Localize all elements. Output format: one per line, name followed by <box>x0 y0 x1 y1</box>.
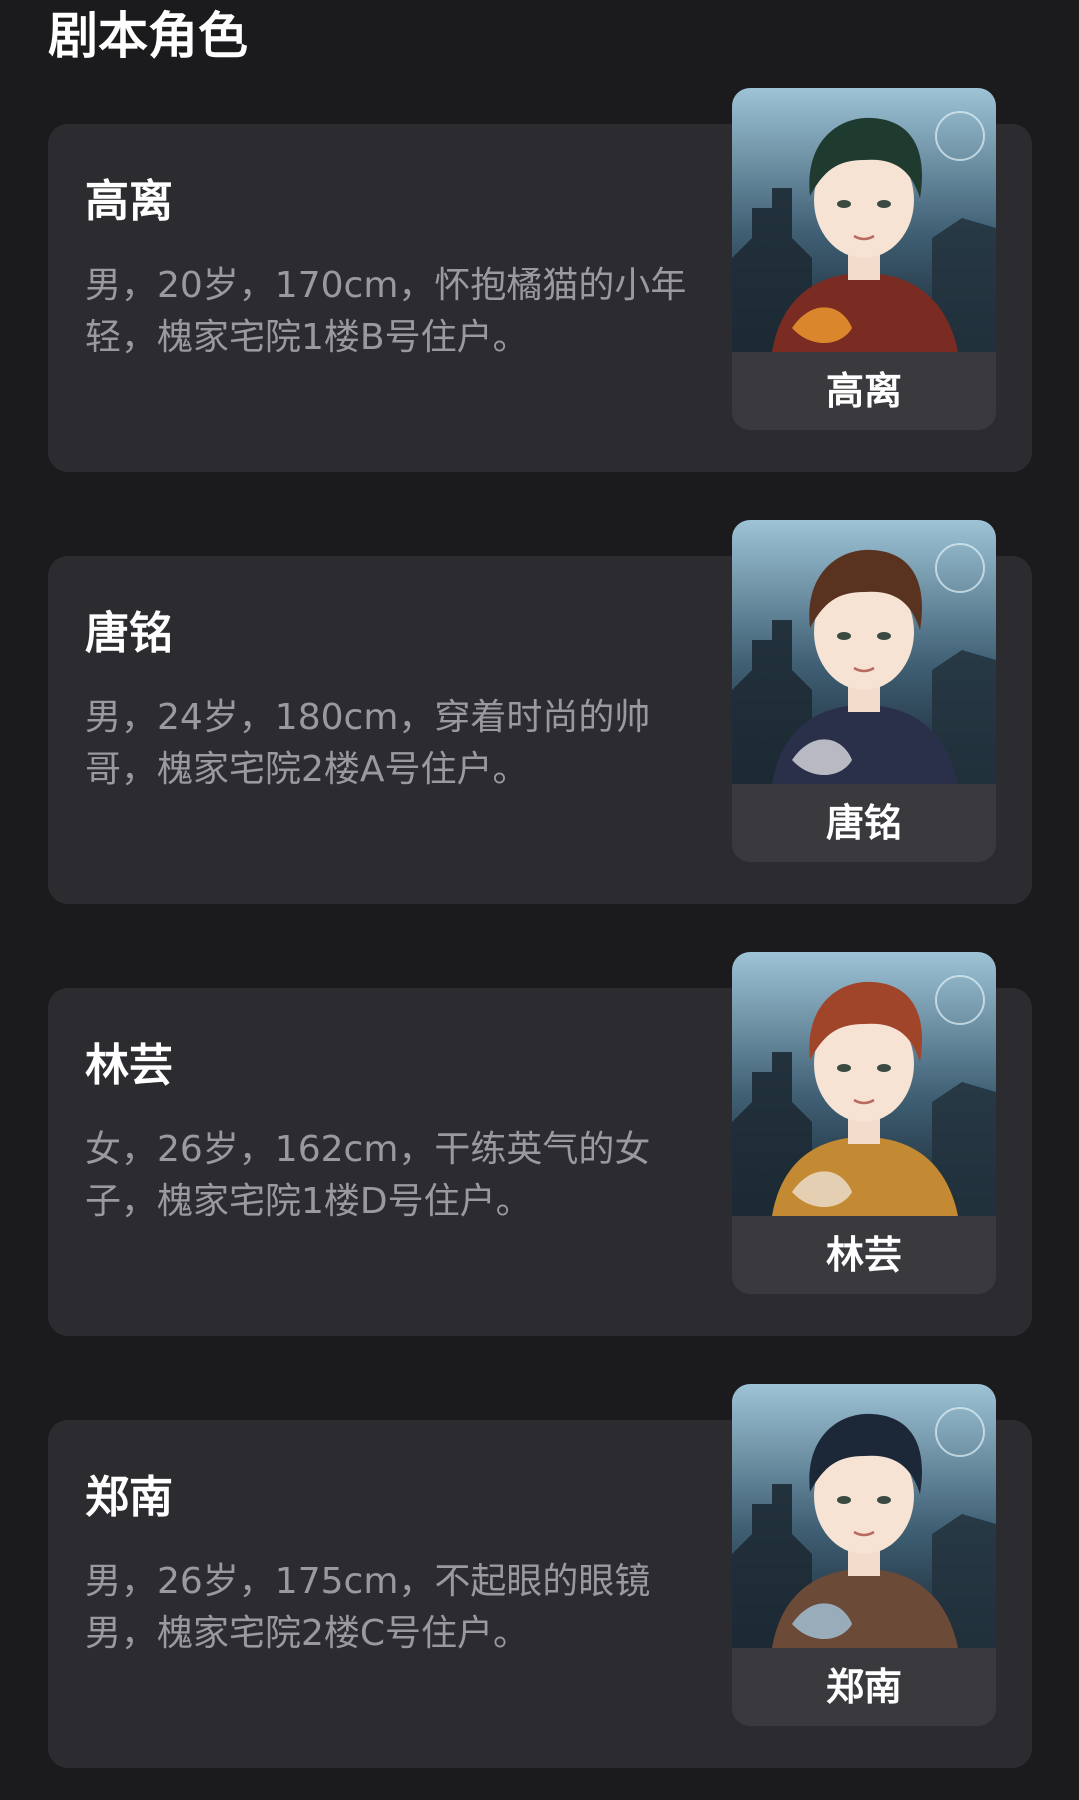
portrait-label: 林芸 <box>825 1233 902 1277</box>
role-portrait-card[interactable]: 高离 <box>732 88 996 430</box>
role-name: 林芸 <box>85 1040 173 1091</box>
role-name: 高离 <box>85 176 173 227</box>
character-portrait <box>732 1384 996 1648</box>
role-description: 男，24岁，180cm，穿着时尚的帅哥，槐家宅院2楼A号住户。 <box>85 697 651 790</box>
role-portrait-card[interactable]: 唐铭 <box>732 520 996 862</box>
role-description: 女，26岁，162cm，干练英气的女子，槐家宅院1楼D号住户。 <box>85 1129 651 1222</box>
portrait-label: 郑南 <box>825 1665 902 1709</box>
character-portrait <box>732 952 996 1216</box>
role-portrait-card[interactable]: 郑南 <box>732 1384 996 1726</box>
portrait-label: 唐铭 <box>825 801 902 845</box>
role-description: 男，20岁，170cm，怀抱橘猫的小年轻，槐家宅院1楼B号住户。 <box>85 265 687 358</box>
character-portrait <box>732 520 996 784</box>
character-portrait <box>732 88 996 352</box>
role-description: 男，26岁，175cm，不起眼的眼镜男，槐家宅院2楼C号住户。 <box>85 1561 651 1654</box>
portrait-label: 高离 <box>825 369 902 413</box>
role-portrait-card[interactable]: 林芸 <box>732 952 996 1294</box>
role-name: 唐铭 <box>85 608 173 659</box>
section-title: 剧本角色 <box>48 7 248 65</box>
role-name: 郑南 <box>85 1472 173 1523</box>
